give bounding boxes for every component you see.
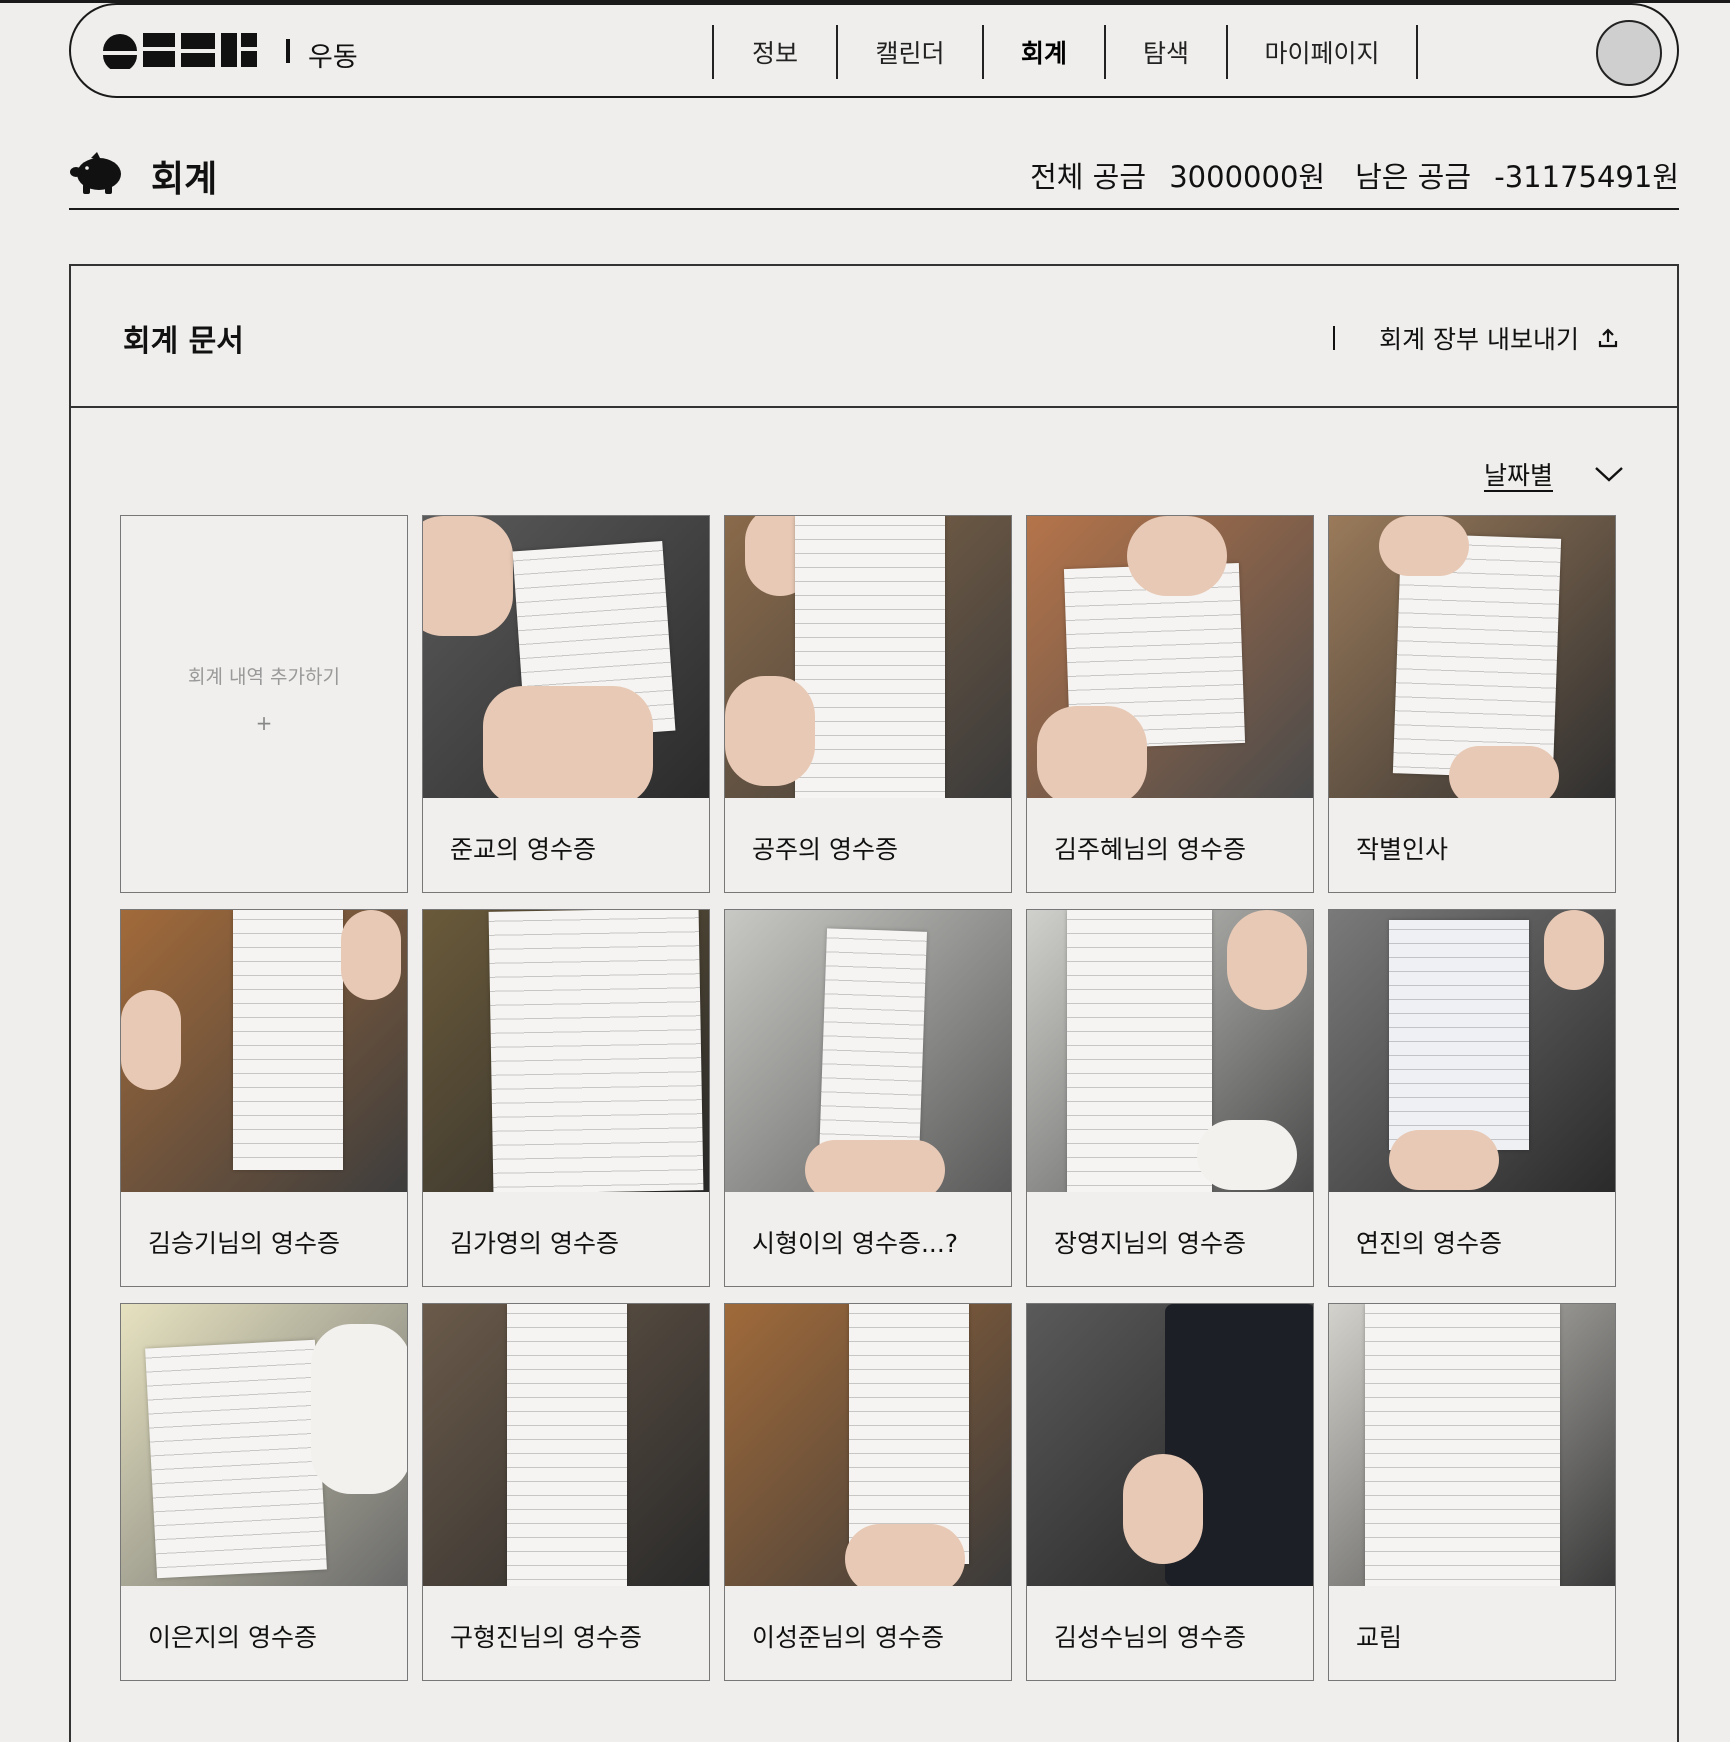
export-divider: [1333, 326, 1336, 350]
receipt-card[interactable]: 김가영의 영수증: [422, 909, 710, 1287]
receipt-caption: 교림: [1356, 1623, 1403, 1652]
remaining-fund: 남은 공금 -31175491원: [1355, 154, 1679, 196]
upload-icon: [1598, 328, 1618, 348]
receipt-photo: [725, 1304, 1011, 1586]
receipt-photo: [423, 910, 709, 1192]
logo-divider: [286, 39, 290, 63]
receipt-photo: [423, 516, 709, 798]
panel-header: 회계 문서 회계 장부 내보내기: [71, 266, 1677, 408]
receipt-photo: [1329, 910, 1615, 1192]
menu-explore[interactable]: 탐색: [1104, 25, 1226, 79]
receipt-card[interactable]: 김성수님의 영수증: [1026, 1303, 1314, 1681]
menu-calendar[interactable]: 캘린더: [836, 25, 982, 79]
export-label: 회계 장부 내보내기: [1379, 325, 1579, 354]
add-entry-card[interactable]: 회계 내역 추가하기 +: [120, 515, 408, 893]
receipt-card[interactable]: 연진의 영수증: [1328, 909, 1616, 1287]
menu-accounting[interactable]: 회계: [982, 25, 1104, 79]
sort-dropdown[interactable]: 날짜별: [1484, 456, 1625, 492]
page-title: 회계: [151, 159, 218, 200]
receipt-photo: [725, 910, 1011, 1192]
receipt-card[interactable]: 작별인사: [1328, 515, 1616, 893]
export-ledger-button[interactable]: 회계 장부 내보내기: [1333, 320, 1619, 356]
receipt-photo: [1027, 516, 1313, 798]
top-nav: 우동 정보 캘린더 회계 탐색 마이페이지: [69, 3, 1679, 98]
club-logo[interactable]: [101, 31, 257, 69]
receipt-photo: [1329, 516, 1615, 798]
receipt-photo: [121, 910, 407, 1192]
chevron-down-icon: [1595, 467, 1623, 482]
total-fund: 전체 공금 3000000원: [1030, 154, 1325, 196]
remaining-fund-label: 남은 공금: [1355, 160, 1472, 194]
receipt-caption: 이성준님의 영수증: [752, 1623, 944, 1652]
main-menu: 정보 캘린더 회계 탐색 마이페이지: [712, 25, 1418, 79]
receipt-caption: 구형진님의 영수증: [450, 1623, 642, 1652]
receipt-card[interactable]: 교림: [1328, 1303, 1616, 1681]
receipt-caption: 김승기님의 영수증: [148, 1229, 340, 1258]
receipt-card[interactable]: 준교의 영수증: [422, 515, 710, 893]
receipt-caption: 이은지의 영수증: [148, 1623, 317, 1652]
page-header: 회계 전체 공금 3000000원 남은 공금 -31175491원: [69, 140, 1679, 210]
receipt-card[interactable]: 이성준님의 영수증: [724, 1303, 1012, 1681]
receipt-caption: 준교의 영수증: [450, 835, 596, 864]
receipt-caption: 공주의 영수증: [752, 835, 898, 864]
receipt-photo: [1027, 1304, 1313, 1586]
avatar[interactable]: [1596, 20, 1662, 86]
receipt-caption: 연진의 영수증: [1356, 1229, 1502, 1258]
receipt-caption: 시형이의 영수증...?: [752, 1229, 959, 1258]
receipt-grid: 회계 내역 추가하기 + 준교의 영수증 공주의 영수증 김주혜님의 영수증 작…: [120, 515, 1620, 1715]
remaining-fund-value: -31175491원: [1494, 160, 1679, 194]
receipt-caption: 작별인사: [1356, 835, 1449, 864]
receipt-photo: [121, 1304, 407, 1586]
piggy-bank-icon: [70, 152, 121, 194]
documents-panel: 회계 문서 회계 장부 내보내기 날짜별 회계 내역 추가하기 + 준교의 영수…: [69, 264, 1679, 1742]
receipt-photo: [1329, 1304, 1615, 1586]
total-fund-value: 3000000원: [1169, 160, 1326, 194]
add-entry-label: 회계 내역 추가하기: [188, 665, 340, 688]
club-name: 우동: [308, 42, 358, 73]
receipt-caption: 김성수님의 영수증: [1054, 1623, 1246, 1652]
receipt-photo: [725, 516, 1011, 798]
receipt-caption: 장영지님의 영수증: [1054, 1229, 1246, 1258]
receipt-card[interactable]: 구형진님의 영수증: [422, 1303, 710, 1681]
menu-mypage[interactable]: 마이페이지: [1226, 25, 1418, 79]
receipt-caption: 김가영의 영수증: [450, 1229, 619, 1258]
receipt-card[interactable]: 김승기님의 영수증: [120, 909, 408, 1287]
receipt-photo: [423, 1304, 709, 1586]
receipt-card[interactable]: 시형이의 영수증...?: [724, 909, 1012, 1287]
menu-info[interactable]: 정보: [712, 25, 836, 79]
receipt-card[interactable]: 김주혜님의 영수증: [1026, 515, 1314, 893]
receipt-card[interactable]: 장영지님의 영수증: [1026, 909, 1314, 1287]
fund-summary: 전체 공금 3000000원 남은 공금 -31175491원: [1030, 154, 1679, 196]
receipt-photo: [1027, 910, 1313, 1192]
total-fund-label: 전체 공금: [1030, 160, 1147, 194]
panel-title: 회계 문서: [123, 324, 244, 359]
receipt-caption: 김주혜님의 영수증: [1054, 835, 1246, 864]
receipt-card[interactable]: 공주의 영수증: [724, 515, 1012, 893]
plus-icon: +: [255, 710, 273, 735]
receipt-card[interactable]: 이은지의 영수증: [120, 1303, 408, 1681]
sort-label: 날짜별: [1483, 461, 1553, 490]
